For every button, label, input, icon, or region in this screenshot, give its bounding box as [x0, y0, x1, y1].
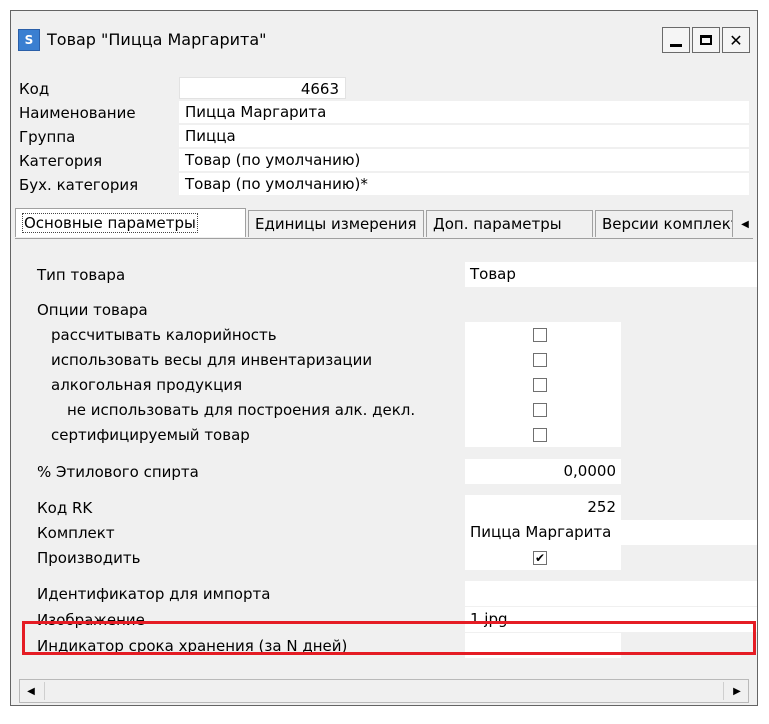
prop-row-kit: Комплект Пицца Маргарита: [15, 520, 757, 546]
produce-label: Производить: [37, 549, 141, 567]
rk-field[interactable]: 252: [465, 495, 621, 520]
prop-row-rk: Код RK 252: [15, 495, 753, 521]
options-label: Опции товара: [37, 301, 148, 319]
alcohol-label: алкогольная продукция: [51, 376, 243, 394]
title-bar[interactable]: S Товар "Пицца Маргарита" ✕: [11, 11, 757, 67]
prop-row-ethyl: % Этилового спирта 0,0000: [15, 459, 753, 485]
calories-cell: [465, 322, 621, 347]
maximize-icon: [700, 35, 712, 45]
calories-label: рассчитывать калорийность: [51, 326, 277, 344]
calories-checkbox[interactable]: [533, 327, 547, 342]
tab-kit-versions[interactable]: Версии комплект: [595, 210, 733, 237]
maximize-button[interactable]: [692, 27, 720, 53]
product-window: S Товар "Пицца Маргарита" ✕ Код 4663 Наи…: [10, 10, 758, 706]
category-field[interactable]: Товар (по умолчанию): [179, 149, 749, 171]
certified-label: сертифицируемый товар: [51, 426, 250, 444]
rk-label: Код RK: [37, 499, 93, 517]
no-decl-label: не использовать для построения алк. декл…: [67, 401, 416, 419]
code-label: Код: [19, 80, 50, 98]
no-decl-cell: [465, 397, 621, 422]
prop-row-produce: Производить ✔: [15, 545, 753, 571]
tab-main-params[interactable]: Основные параметры: [15, 208, 246, 237]
scroll-track[interactable]: [44, 682, 724, 700]
produce-checkbox[interactable]: ✔: [533, 550, 547, 565]
prop-row-type: Тип товара Товар: [15, 262, 757, 288]
weights-checkbox[interactable]: [533, 352, 547, 367]
weights-label: использовать весы для инвентаризации: [51, 351, 373, 369]
ethyl-field[interactable]: 0,0000: [465, 459, 621, 484]
weights-cell: [465, 347, 621, 372]
close-icon: ✕: [729, 30, 743, 50]
code-row: Код 4663: [19, 77, 749, 101]
minimize-icon: [670, 43, 682, 47]
window-title: Товар "Пицца Маргарита": [47, 30, 267, 49]
app-icon: S: [18, 29, 40, 51]
alcohol-checkbox[interactable]: [533, 377, 547, 392]
group-field[interactable]: Пицца: [179, 125, 749, 147]
group-row: Группа Пицца: [19, 125, 749, 149]
prop-row-calories: рассчитывать калорийность: [15, 322, 753, 348]
certified-checkbox[interactable]: [533, 427, 547, 442]
name-label: Наименование: [19, 104, 136, 122]
prop-row-alcohol: алкогольная продукция: [15, 372, 753, 398]
type-label: Тип товара: [37, 266, 126, 284]
main-params-panel: Тип товара Товар Опции товара рассчитыва…: [15, 240, 757, 666]
ethyl-label: % Этилового спирта: [37, 463, 199, 481]
kit-field[interactable]: Пицца Маргарита: [465, 520, 757, 545]
horizontal-scrollbar[interactable]: ◀ ▶: [19, 679, 749, 703]
name-row: Наименование Пицца Маргарита: [19, 101, 749, 125]
prop-row-weights: использовать весы для инвентаризации: [15, 347, 753, 373]
prop-row-options: Опции товара: [15, 297, 753, 323]
prop-row-import-id: Идентификатор для импорта: [15, 581, 757, 607]
kit-label: Комплект: [37, 524, 115, 542]
tab-scroll-left-icon[interactable]: ◀: [737, 216, 753, 232]
minimize-button[interactable]: [662, 27, 690, 53]
prop-row-no-decl: не использовать для построения алк. декл…: [15, 397, 753, 423]
category-label: Категория: [19, 152, 103, 170]
acct-category-field[interactable]: Товар (по умолчанию)*: [179, 173, 749, 195]
tab-extra-params[interactable]: Доп. параметры: [426, 210, 593, 237]
acct-category-label: Бух. категория: [19, 176, 139, 194]
close-button[interactable]: ✕: [722, 27, 750, 53]
group-label: Группа: [19, 128, 76, 146]
import-id-field[interactable]: [465, 581, 757, 606]
certified-cell: [465, 422, 621, 447]
header-fields: Код 4663 Наименование Пицца Маргарита Гр…: [19, 77, 749, 197]
acct-category-row: Бух. категория Товар (по умолчанию)*: [19, 173, 749, 197]
image-row-highlight: [22, 621, 756, 655]
scroll-left-icon[interactable]: ◀: [22, 682, 40, 700]
tab-strip: Основные параметры Единицы измерения Доп…: [15, 208, 753, 239]
no-decl-checkbox[interactable]: [533, 402, 547, 417]
alcohol-cell: [465, 372, 621, 397]
type-field[interactable]: Товар: [465, 262, 757, 287]
import-id-label: Идентификатор для импорта: [37, 585, 271, 603]
produce-cell: ✔: [465, 545, 621, 570]
category-row: Категория Товар (по умолчанию): [19, 149, 749, 173]
name-field[interactable]: Пицца Маргарита: [179, 101, 749, 123]
tab-units[interactable]: Единицы измерения: [248, 210, 424, 237]
code-field[interactable]: 4663: [179, 77, 346, 99]
prop-row-certified: сертифицируемый товар: [15, 422, 753, 448]
scroll-right-icon[interactable]: ▶: [728, 682, 746, 700]
